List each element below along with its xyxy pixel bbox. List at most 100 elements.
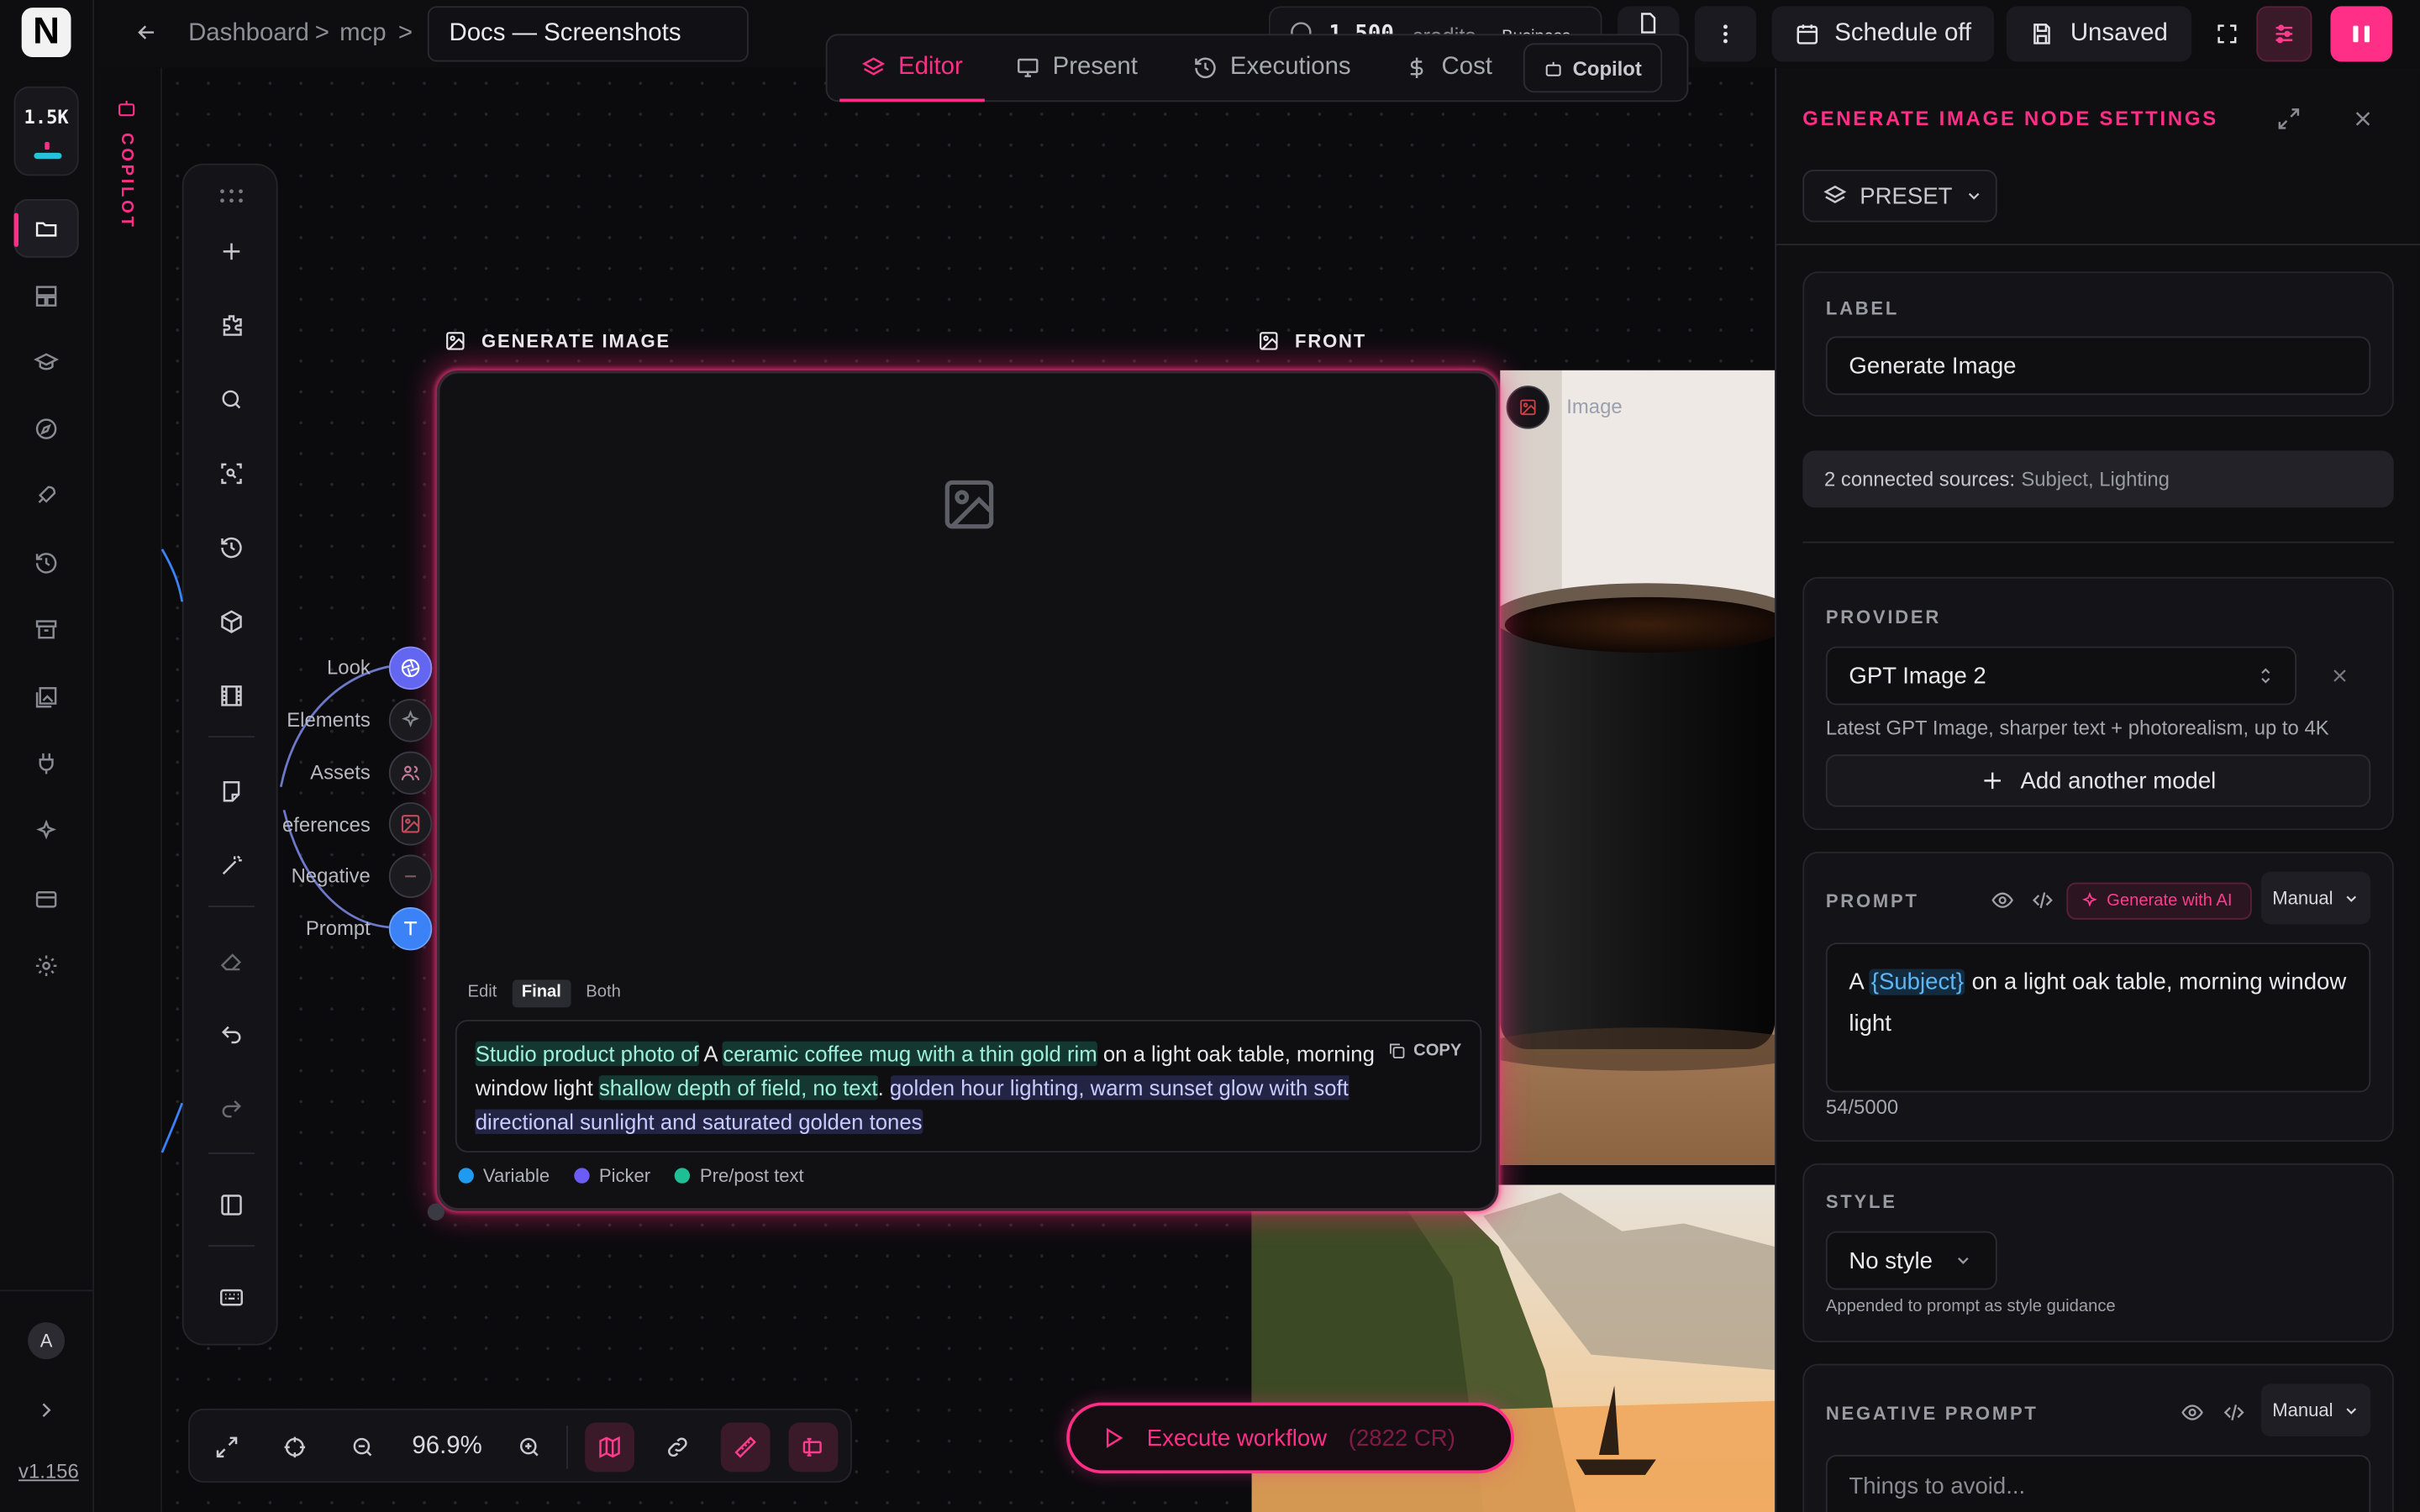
negative-prompt-textarea[interactable]: Things to avoid... — [1825, 1455, 2371, 1512]
breadcrumb-mcp[interactable]: mcp — [339, 20, 387, 48]
generate-with-ai-button[interactable]: Generate with AI — [2066, 882, 2252, 920]
image-port[interactable] — [1506, 386, 1550, 429]
breadcrumb-dashboard[interactable]: Dashboard — [188, 20, 309, 48]
prompt-variable-chip[interactable]: {Subject} — [1869, 969, 1965, 995]
rail-ai[interactable] — [14, 802, 79, 861]
final-prompt-preview[interactable]: Studio product photo of A ceramic coffee… — [455, 1020, 1482, 1153]
tab-present[interactable]: Present — [1016, 35, 1138, 100]
rail-integrations[interactable] — [14, 734, 79, 793]
undo-button[interactable] — [212, 1016, 252, 1056]
remove-provider-button[interactable] — [2329, 665, 2351, 687]
schedule-button[interactable]: Schedule off — [1771, 6, 1995, 62]
fullscreen-button[interactable] — [2204, 6, 2250, 61]
components-button[interactable] — [212, 601, 252, 642]
label-input[interactable]: Generate Image — [1825, 336, 2371, 396]
sliders-icon — [2272, 22, 2296, 46]
mode-tab-final[interactable]: Final — [512, 979, 571, 1008]
settings-panel-toggle[interactable] — [2256, 6, 2312, 62]
canvas-bottom-bar: 96.9% — [188, 1408, 852, 1483]
rail-explore[interactable] — [14, 400, 79, 459]
mode-tab-both[interactable]: Both — [576, 979, 630, 1007]
redo-button[interactable] — [212, 1089, 252, 1130]
code-toggle[interactable] — [2031, 889, 2054, 912]
rail-learn[interactable] — [14, 333, 79, 392]
rail-media[interactable] — [14, 668, 79, 727]
version-label[interactable]: v1.156 — [18, 1460, 79, 1483]
rail-templates[interactable] — [14, 267, 79, 326]
tab-copilot[interactable]: Copilot — [1523, 43, 1662, 93]
prompt-mode-select[interactable]: Manual — [2260, 871, 2371, 925]
search-icon — [219, 387, 244, 412]
execute-workflow-button[interactable]: Execute workflow (2822 CR) — [1066, 1402, 1514, 1474]
breadcrumb-separator: > — [314, 19, 329, 47]
prompt-mode-value: Manual — [2272, 887, 2333, 909]
zoom-in-button[interactable] — [505, 1422, 555, 1472]
prompt-textarea[interactable]: A {Subject} on a light oak table, mornin… — [1825, 942, 2371, 1093]
rail-billing[interactable] — [14, 870, 79, 929]
copy-button[interactable]: COPY — [1387, 1034, 1461, 1068]
snap-button[interactable] — [653, 1422, 702, 1472]
front-image-coffee-mug[interactable]: Image — [1500, 370, 1776, 1165]
port-assets[interactable] — [388, 751, 433, 795]
app-logo[interactable]: N — [21, 8, 71, 57]
credits-widget[interactable]: 1.5K — [13, 86, 79, 176]
add-model-button[interactable]: Add another model — [1825, 754, 2371, 807]
negative-mode-select[interactable]: Manual — [2260, 1383, 2371, 1436]
chevron-down-icon — [2343, 1402, 2360, 1419]
avatar[interactable]: A — [28, 1322, 66, 1360]
drag-handle-icon[interactable] — [218, 184, 245, 203]
zoom-level[interactable]: 96.9% — [412, 1433, 481, 1461]
minimap-button[interactable] — [585, 1422, 634, 1473]
preview-toggle[interactable] — [1991, 889, 2014, 912]
expand-panel-button[interactable] — [2276, 107, 2301, 131]
center-button[interactable] — [270, 1422, 319, 1472]
chevron-down-icon — [2343, 890, 2360, 906]
rail-settings[interactable] — [14, 937, 79, 995]
port-negative[interactable] — [388, 854, 433, 898]
sidebar-toggle-button[interactable] — [212, 1185, 252, 1226]
expand-rail-button[interactable] — [34, 1398, 58, 1422]
split-view-button[interactable] — [2330, 6, 2392, 62]
node-output-handle[interactable] — [427, 1203, 445, 1221]
node-title-front[interactable]: FRONT — [1258, 330, 1366, 352]
tab-executions[interactable]: Executions — [1193, 35, 1351, 100]
rail-archive[interactable] — [14, 600, 79, 659]
plugins-button[interactable] — [212, 306, 252, 346]
provider-select[interactable]: GPT Image 2 — [1825, 646, 2297, 706]
shortcuts-button[interactable] — [212, 1278, 252, 1318]
rail-history[interactable] — [14, 534, 79, 593]
preset-dropdown[interactable]: PRESET — [1802, 170, 1997, 223]
style-select[interactable]: No style — [1825, 1231, 1997, 1290]
negative-code-toggle[interactable] — [2223, 1401, 2246, 1425]
copilot-label[interactable]: COPILOT — [118, 133, 136, 230]
erase-button[interactable] — [212, 941, 252, 981]
rail-projects[interactable] — [13, 198, 79, 258]
copilot-strip[interactable] — [94, 67, 162, 1512]
save-button[interactable]: Unsaved — [2006, 6, 2192, 62]
history-button[interactable] — [212, 528, 252, 568]
tab-cost[interactable]: Cost — [1404, 35, 1492, 100]
link-icon — [666, 1435, 690, 1459]
tab-editor[interactable]: Editor — [839, 35, 985, 102]
back-button[interactable] — [134, 20, 159, 45]
annotate-button[interactable] — [788, 1422, 839, 1473]
execute-cost: (2822 CR) — [1348, 1425, 1455, 1452]
mode-tab-edit[interactable]: Edit — [459, 979, 507, 1007]
search-button[interactable] — [212, 380, 252, 420]
rail-launch[interactable] — [14, 466, 79, 525]
negative-preview-toggle[interactable] — [2181, 1401, 2204, 1425]
ruler-button[interactable] — [720, 1422, 771, 1473]
port-elements[interactable] — [388, 699, 433, 743]
zoom-out-button[interactable] — [338, 1422, 387, 1472]
focus-search-button[interactable] — [212, 454, 252, 494]
add-node-button[interactable] — [212, 232, 252, 272]
close-panel-button[interactable] — [2350, 107, 2375, 131]
fit-view-button[interactable] — [203, 1422, 252, 1472]
port-prompt[interactable] — [388, 906, 433, 951]
more-menu-button[interactable] — [1694, 6, 1757, 62]
port-references[interactable] — [388, 802, 433, 846]
port-look[interactable] — [388, 646, 433, 690]
node-title-generate-image[interactable]: GENERATE IMAGE — [445, 330, 671, 352]
workflow-title-input[interactable]: Docs — Screenshots — [427, 6, 749, 62]
sparkles-icon — [400, 710, 422, 732]
